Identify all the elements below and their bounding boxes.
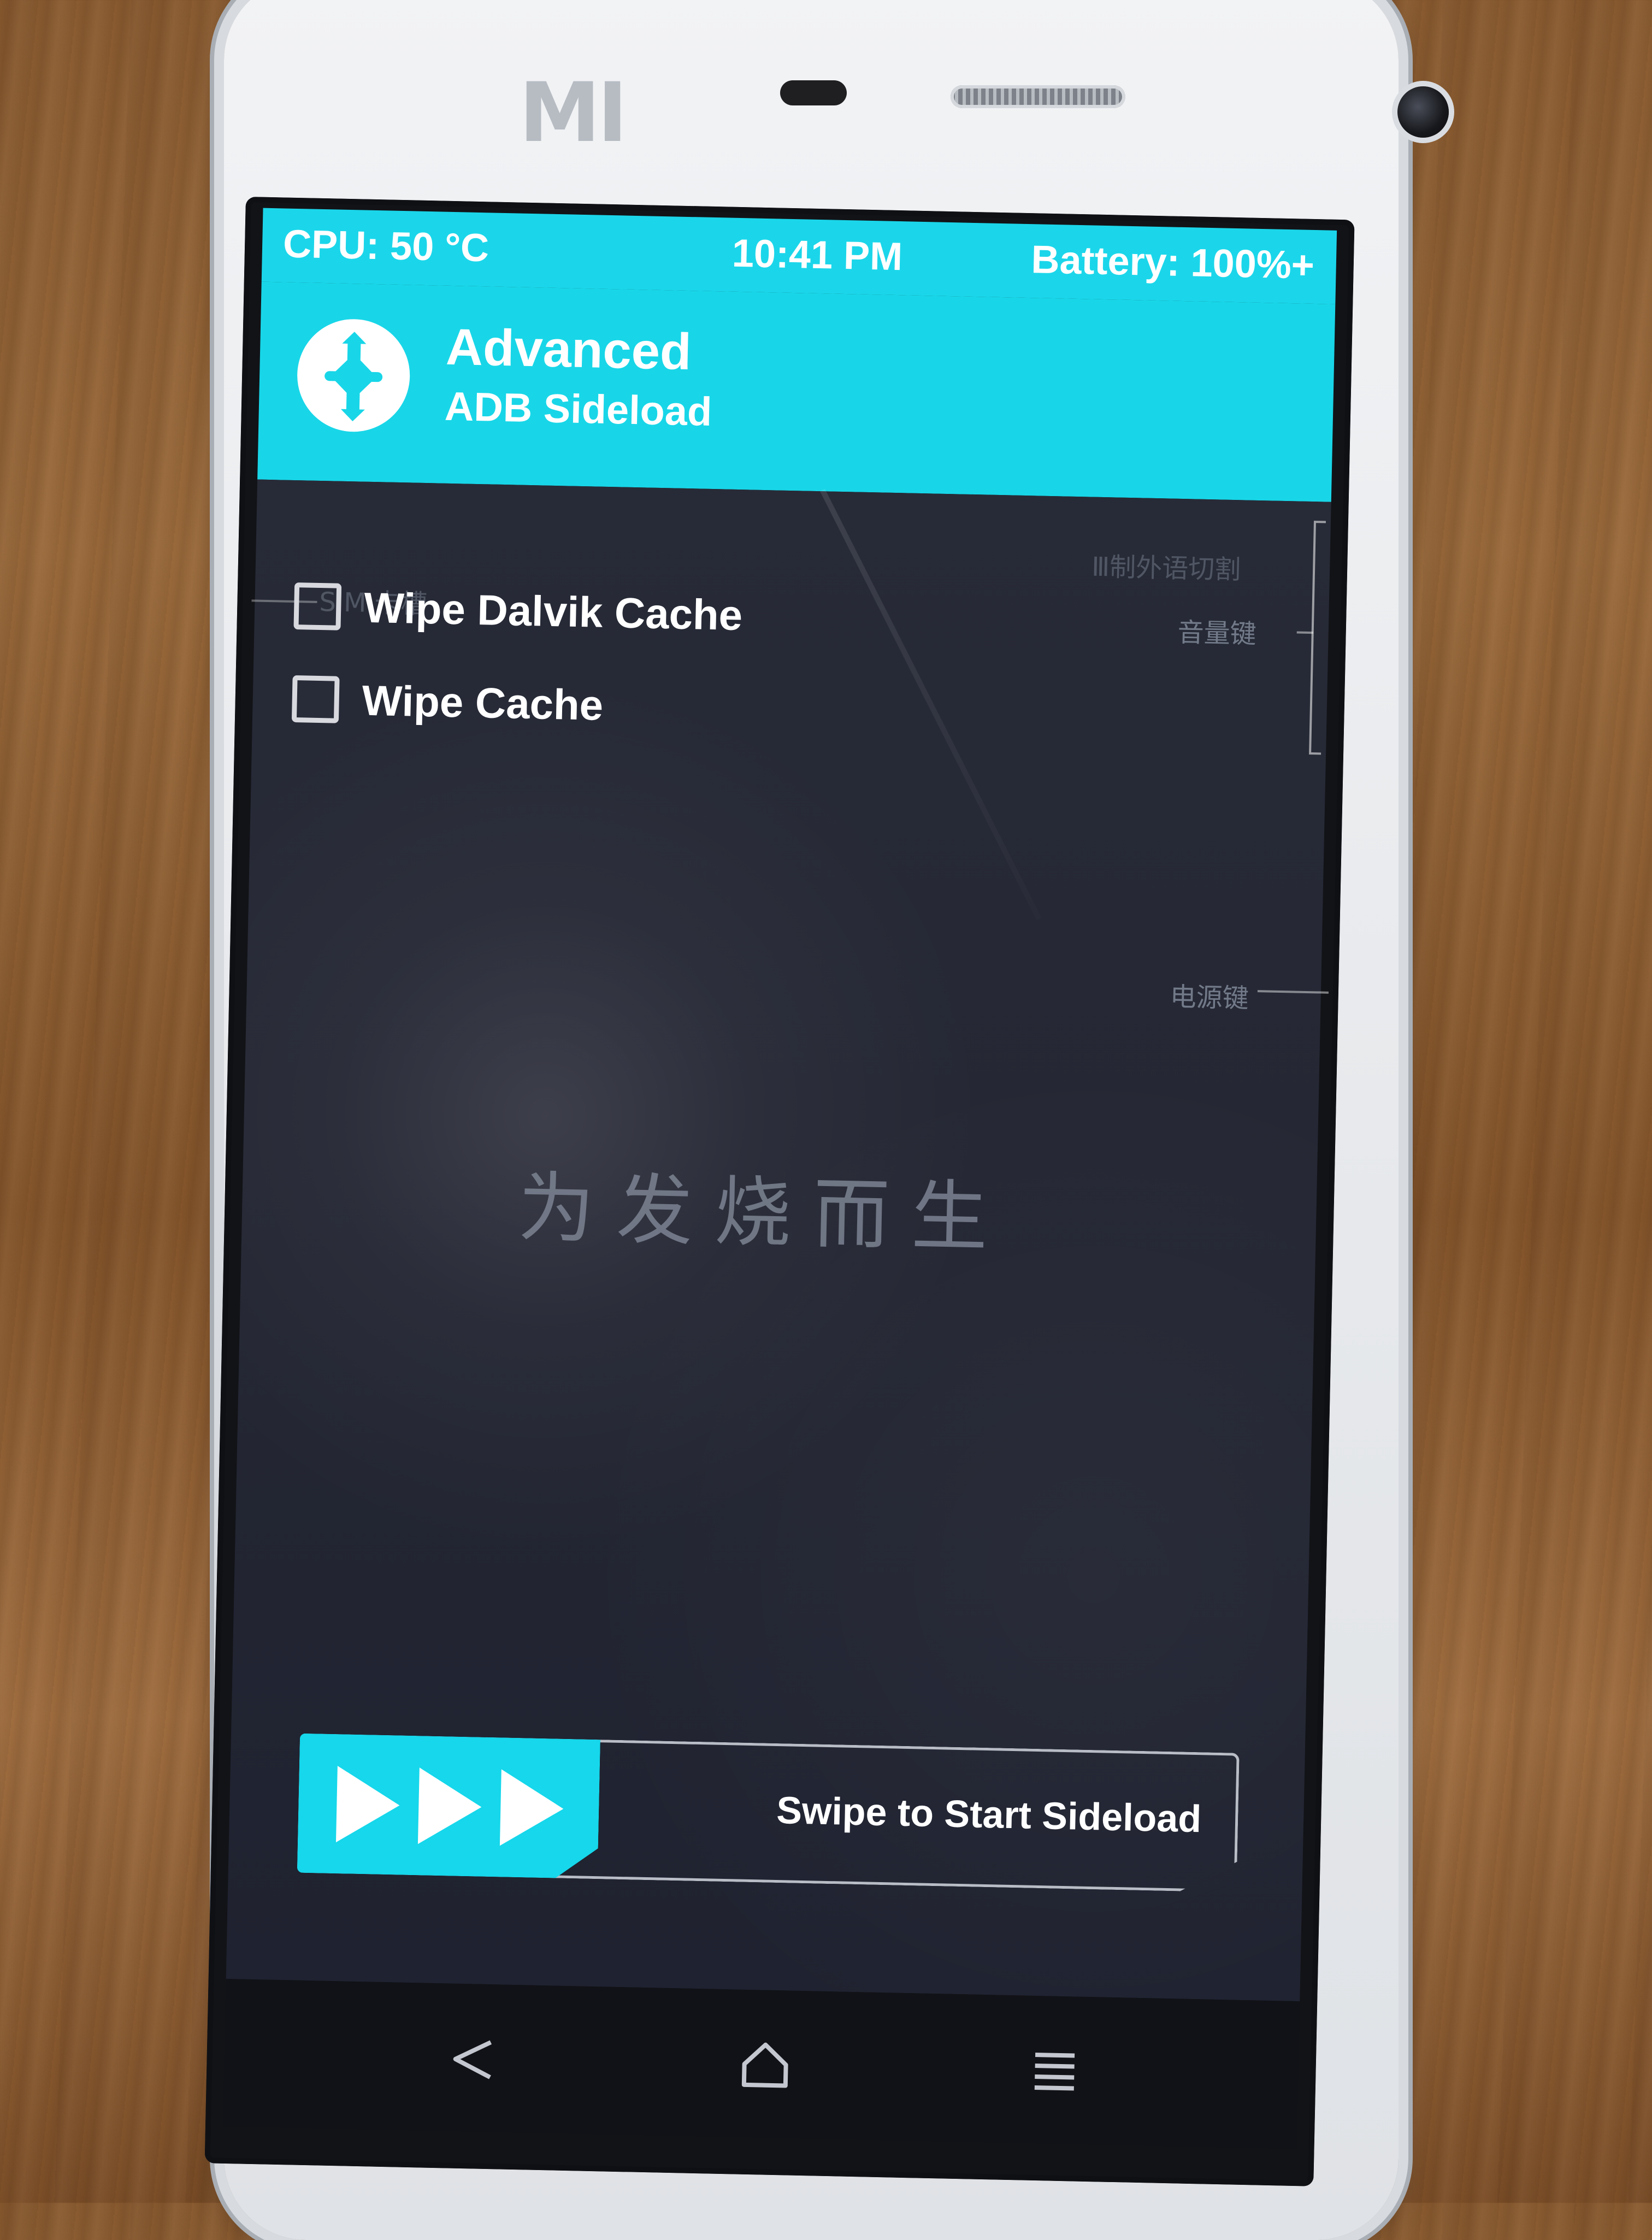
forward-arrow-icon (336, 1766, 400, 1843)
brand-logo: MI (519, 66, 628, 161)
back-triangle-icon (453, 2040, 492, 2079)
checkbox-icon[interactable] (293, 582, 342, 630)
home-icon (741, 2042, 788, 2088)
navigation-bar (223, 1978, 1300, 2149)
option-label: Wipe Dalvik Cache (363, 583, 743, 639)
menu-button[interactable] (1021, 2038, 1088, 2105)
phone-screen: CPU: 50 °C 10:41 PM Battery: 100%+ Advan… (204, 197, 1355, 2186)
volume-key-note: 音量键 (1177, 617, 1257, 650)
power-key-note: 电源键 (1170, 981, 1249, 1014)
center-watermark-text: 为发烧而生 (517, 1163, 1011, 1263)
screen-header: Advanced ADB Sideload (257, 281, 1336, 502)
front-camera (1397, 86, 1449, 138)
forward-arrow-icon (500, 1769, 564, 1847)
clock: 10:41 PM (731, 231, 903, 279)
screen-crack-reflection (819, 488, 1042, 921)
battery-status: Battery: 100%+ (1030, 238, 1315, 287)
swipe-label: Swipe to Start Sideload (776, 1788, 1202, 1841)
twrp-icon (297, 319, 410, 432)
page-title: Advanced (445, 317, 692, 381)
cpu-status: CPU: 50 °C (282, 222, 489, 270)
option-label: Wipe Cache (361, 676, 604, 729)
power-key-guide (1257, 990, 1329, 994)
menu-lines-icon (1034, 2053, 1075, 2091)
back-button[interactable] (439, 2026, 506, 2092)
home-button[interactable] (731, 2032, 798, 2098)
checkbox-icon[interactable] (291, 675, 340, 723)
earpiece-speaker (951, 85, 1125, 108)
wipe-dalvik-option[interactable]: Wipe Dalvik Cache (293, 573, 743, 648)
overlay-note-top-right: Ⅲ制外语切割 (1091, 551, 1241, 586)
wipe-cache-option[interactable]: Wipe Cache (291, 666, 604, 738)
volume-key-tick (1296, 631, 1313, 634)
page-subtitle: ADB Sideload (444, 383, 713, 434)
swipe-handle[interactable] (297, 1734, 600, 1879)
volume-key-guide (1309, 521, 1326, 755)
swipe-to-sideload[interactable]: Swipe to Start Sideload (297, 1734, 1240, 1893)
forward-arrow-icon (418, 1767, 482, 1845)
front-sensor (780, 80, 847, 105)
